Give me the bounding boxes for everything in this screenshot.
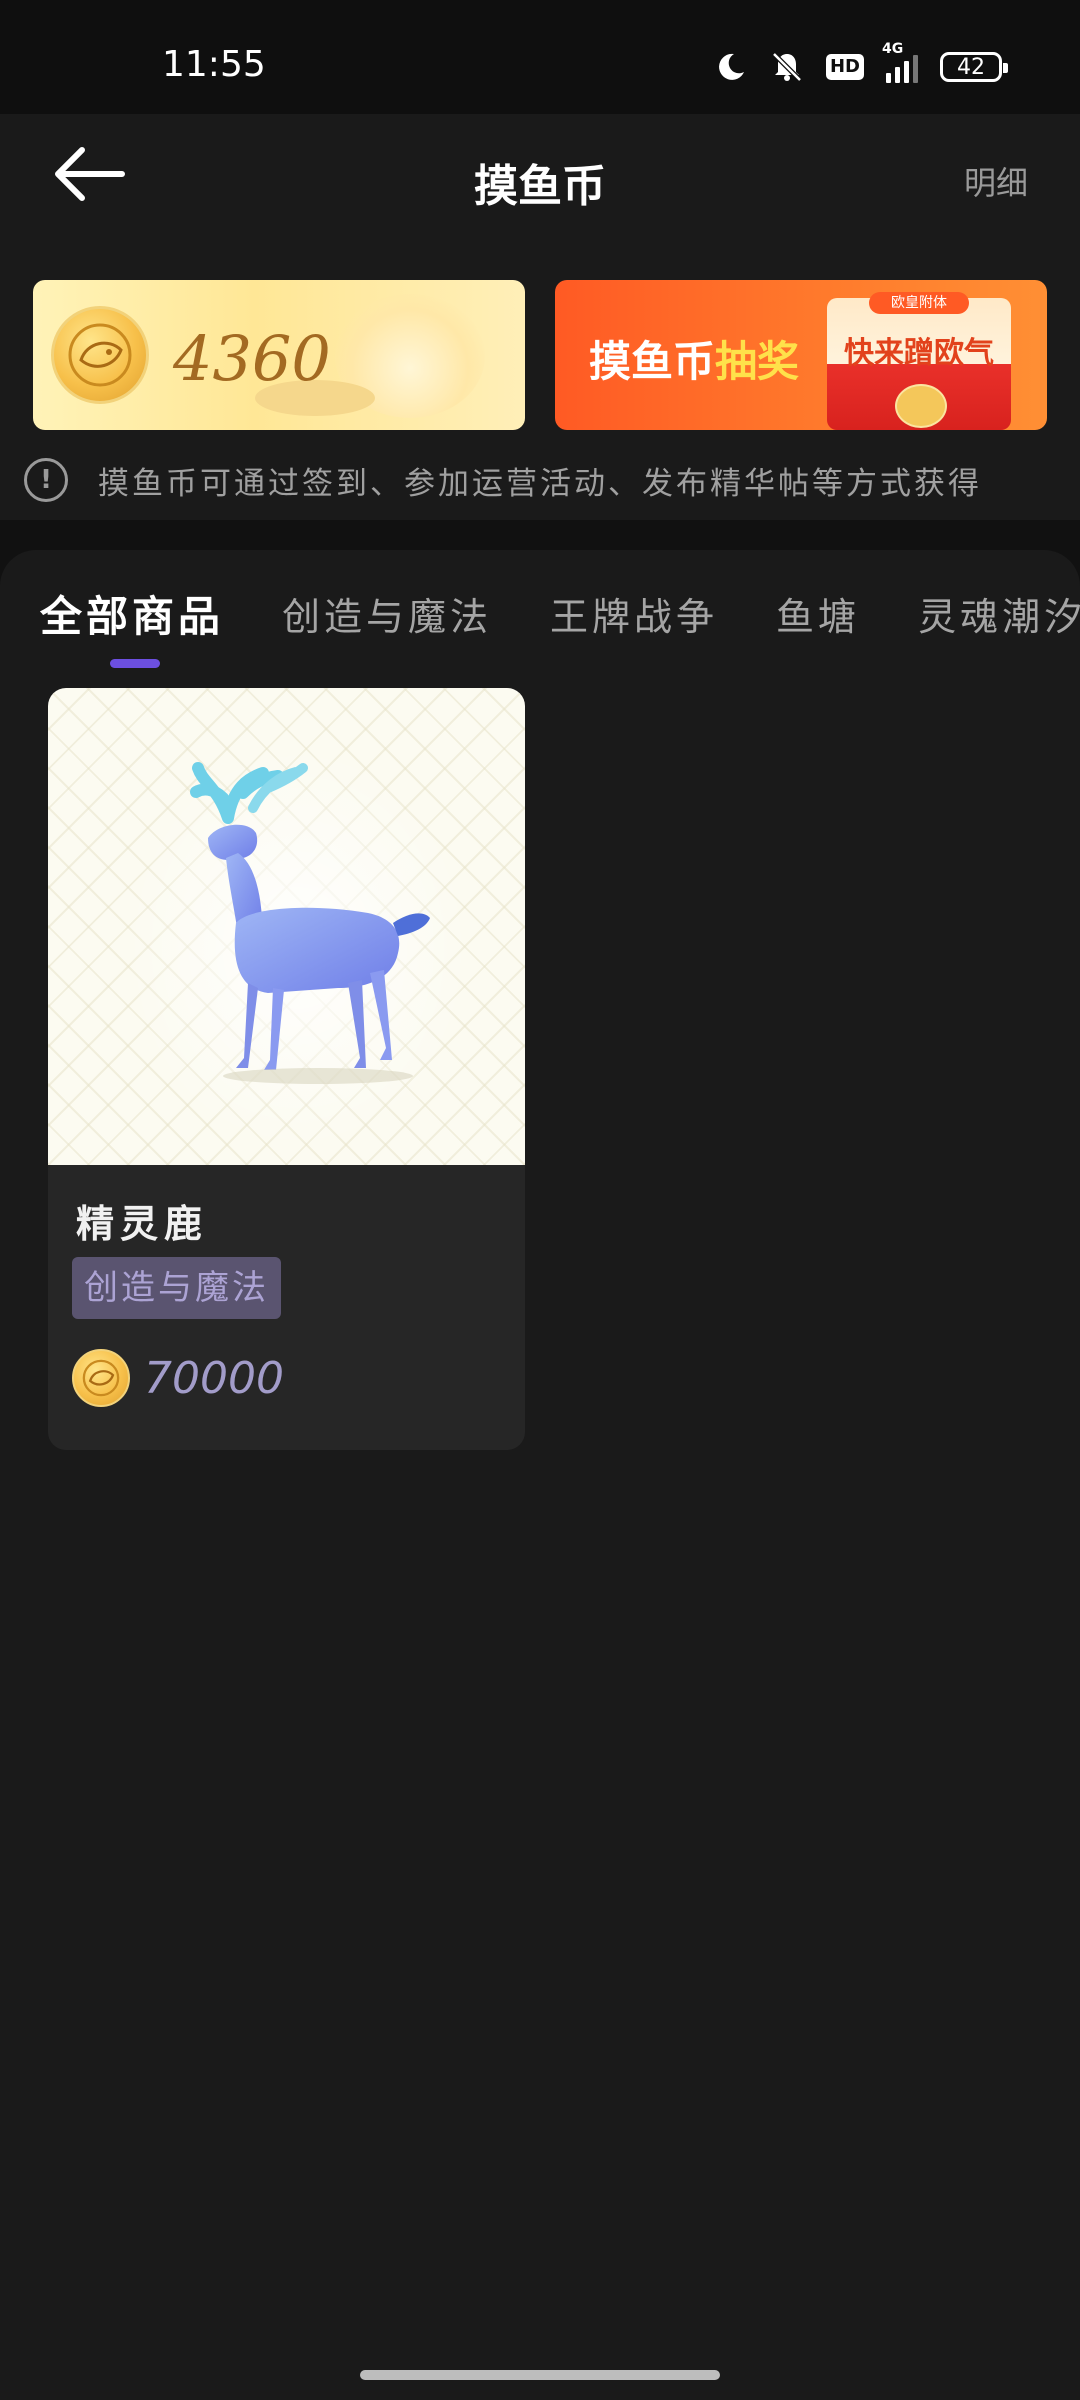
balance-banner[interactable]: 4360	[33, 280, 525, 430]
network-type: 4G	[882, 41, 904, 57]
product-category-tag: 创造与魔法	[72, 1257, 281, 1319]
product-image	[48, 688, 525, 1165]
battery-level: 42	[957, 54, 985, 80]
fish-coin-icon	[72, 1349, 130, 1407]
coin-balance: 4360	[173, 322, 331, 395]
lottery-title-highlight: 抽奖	[715, 337, 800, 386]
lottery-banner[interactable]: 摸鱼币抽奖 欧皇附体 快来蹭欧气	[555, 280, 1047, 430]
status-bar: 11:55 HD 4G 42	[0, 0, 1080, 114]
tab-ace-war[interactable]: 王牌战争	[550, 586, 718, 641]
battery-icon: 42	[940, 52, 1008, 82]
active-tab-indicator	[110, 659, 160, 668]
moon-icon	[714, 50, 748, 84]
fish-coin-icon	[51, 306, 149, 404]
product-name: 精灵鹿	[76, 1201, 209, 1246]
tab-soul-tide[interactable]: 灵魂潮汐	[918, 586, 1080, 641]
product-card[interactable]: 精灵鹿 创造与魔法 70000	[48, 688, 525, 1450]
info-icon: !	[24, 458, 68, 502]
tab-fish-pond[interactable]: 鱼塘	[776, 586, 860, 641]
envelope-tag: 欧皇附体	[869, 292, 969, 314]
signal-icon: 4G	[882, 41, 918, 83]
lottery-title-main: 摸鱼币	[589, 337, 716, 386]
home-indicator[interactable]	[360, 2370, 720, 2380]
envelope-text: 快来蹭欧气	[844, 336, 994, 371]
lottery-title: 摸鱼币抽奖	[589, 328, 799, 389]
tab-creation-magic[interactable]: 创造与魔法	[282, 586, 492, 641]
bell-muted-icon	[770, 50, 804, 84]
info-text: 摸鱼币可通过签到、参加运营活动、发布精华帖等方式获得	[98, 465, 982, 502]
status-time: 11:55	[162, 44, 266, 85]
product-price-row: 70000	[72, 1348, 284, 1408]
status-icons: HD 4G 42	[714, 41, 1008, 84]
screen: 11:55 HD 4G 42 摸鱼币 明细 4360 摸鱼币抽奖 欧皇附体 快来…	[0, 0, 1080, 2400]
red-envelope-icon: 欧皇附体 快来蹭欧气	[827, 292, 1011, 430]
product-price: 70000	[144, 1352, 284, 1404]
tab-all-products[interactable]: 全部商品	[40, 583, 224, 644]
spirit-deer-image	[128, 748, 468, 1148]
category-tabs: 全部商品 创造与魔法 王牌战争 鱼塘 灵魂潮汐	[40, 578, 1080, 648]
info-line: ! 摸鱼币可通过签到、参加运营活动、发布精华帖等方式获得	[24, 455, 1064, 505]
hd-icon: HD	[825, 54, 864, 80]
content-panel: 全部商品 创造与魔法 王牌战争 鱼塘 灵魂潮汐 精灵鹿 创造与魔法 70000	[0, 550, 1080, 2400]
gift-icon	[895, 384, 947, 428]
detail-link[interactable]: 明细	[964, 158, 1028, 204]
top-bar: 摸鱼币 明细	[0, 114, 1080, 234]
page-title: 摸鱼币	[474, 161, 606, 212]
